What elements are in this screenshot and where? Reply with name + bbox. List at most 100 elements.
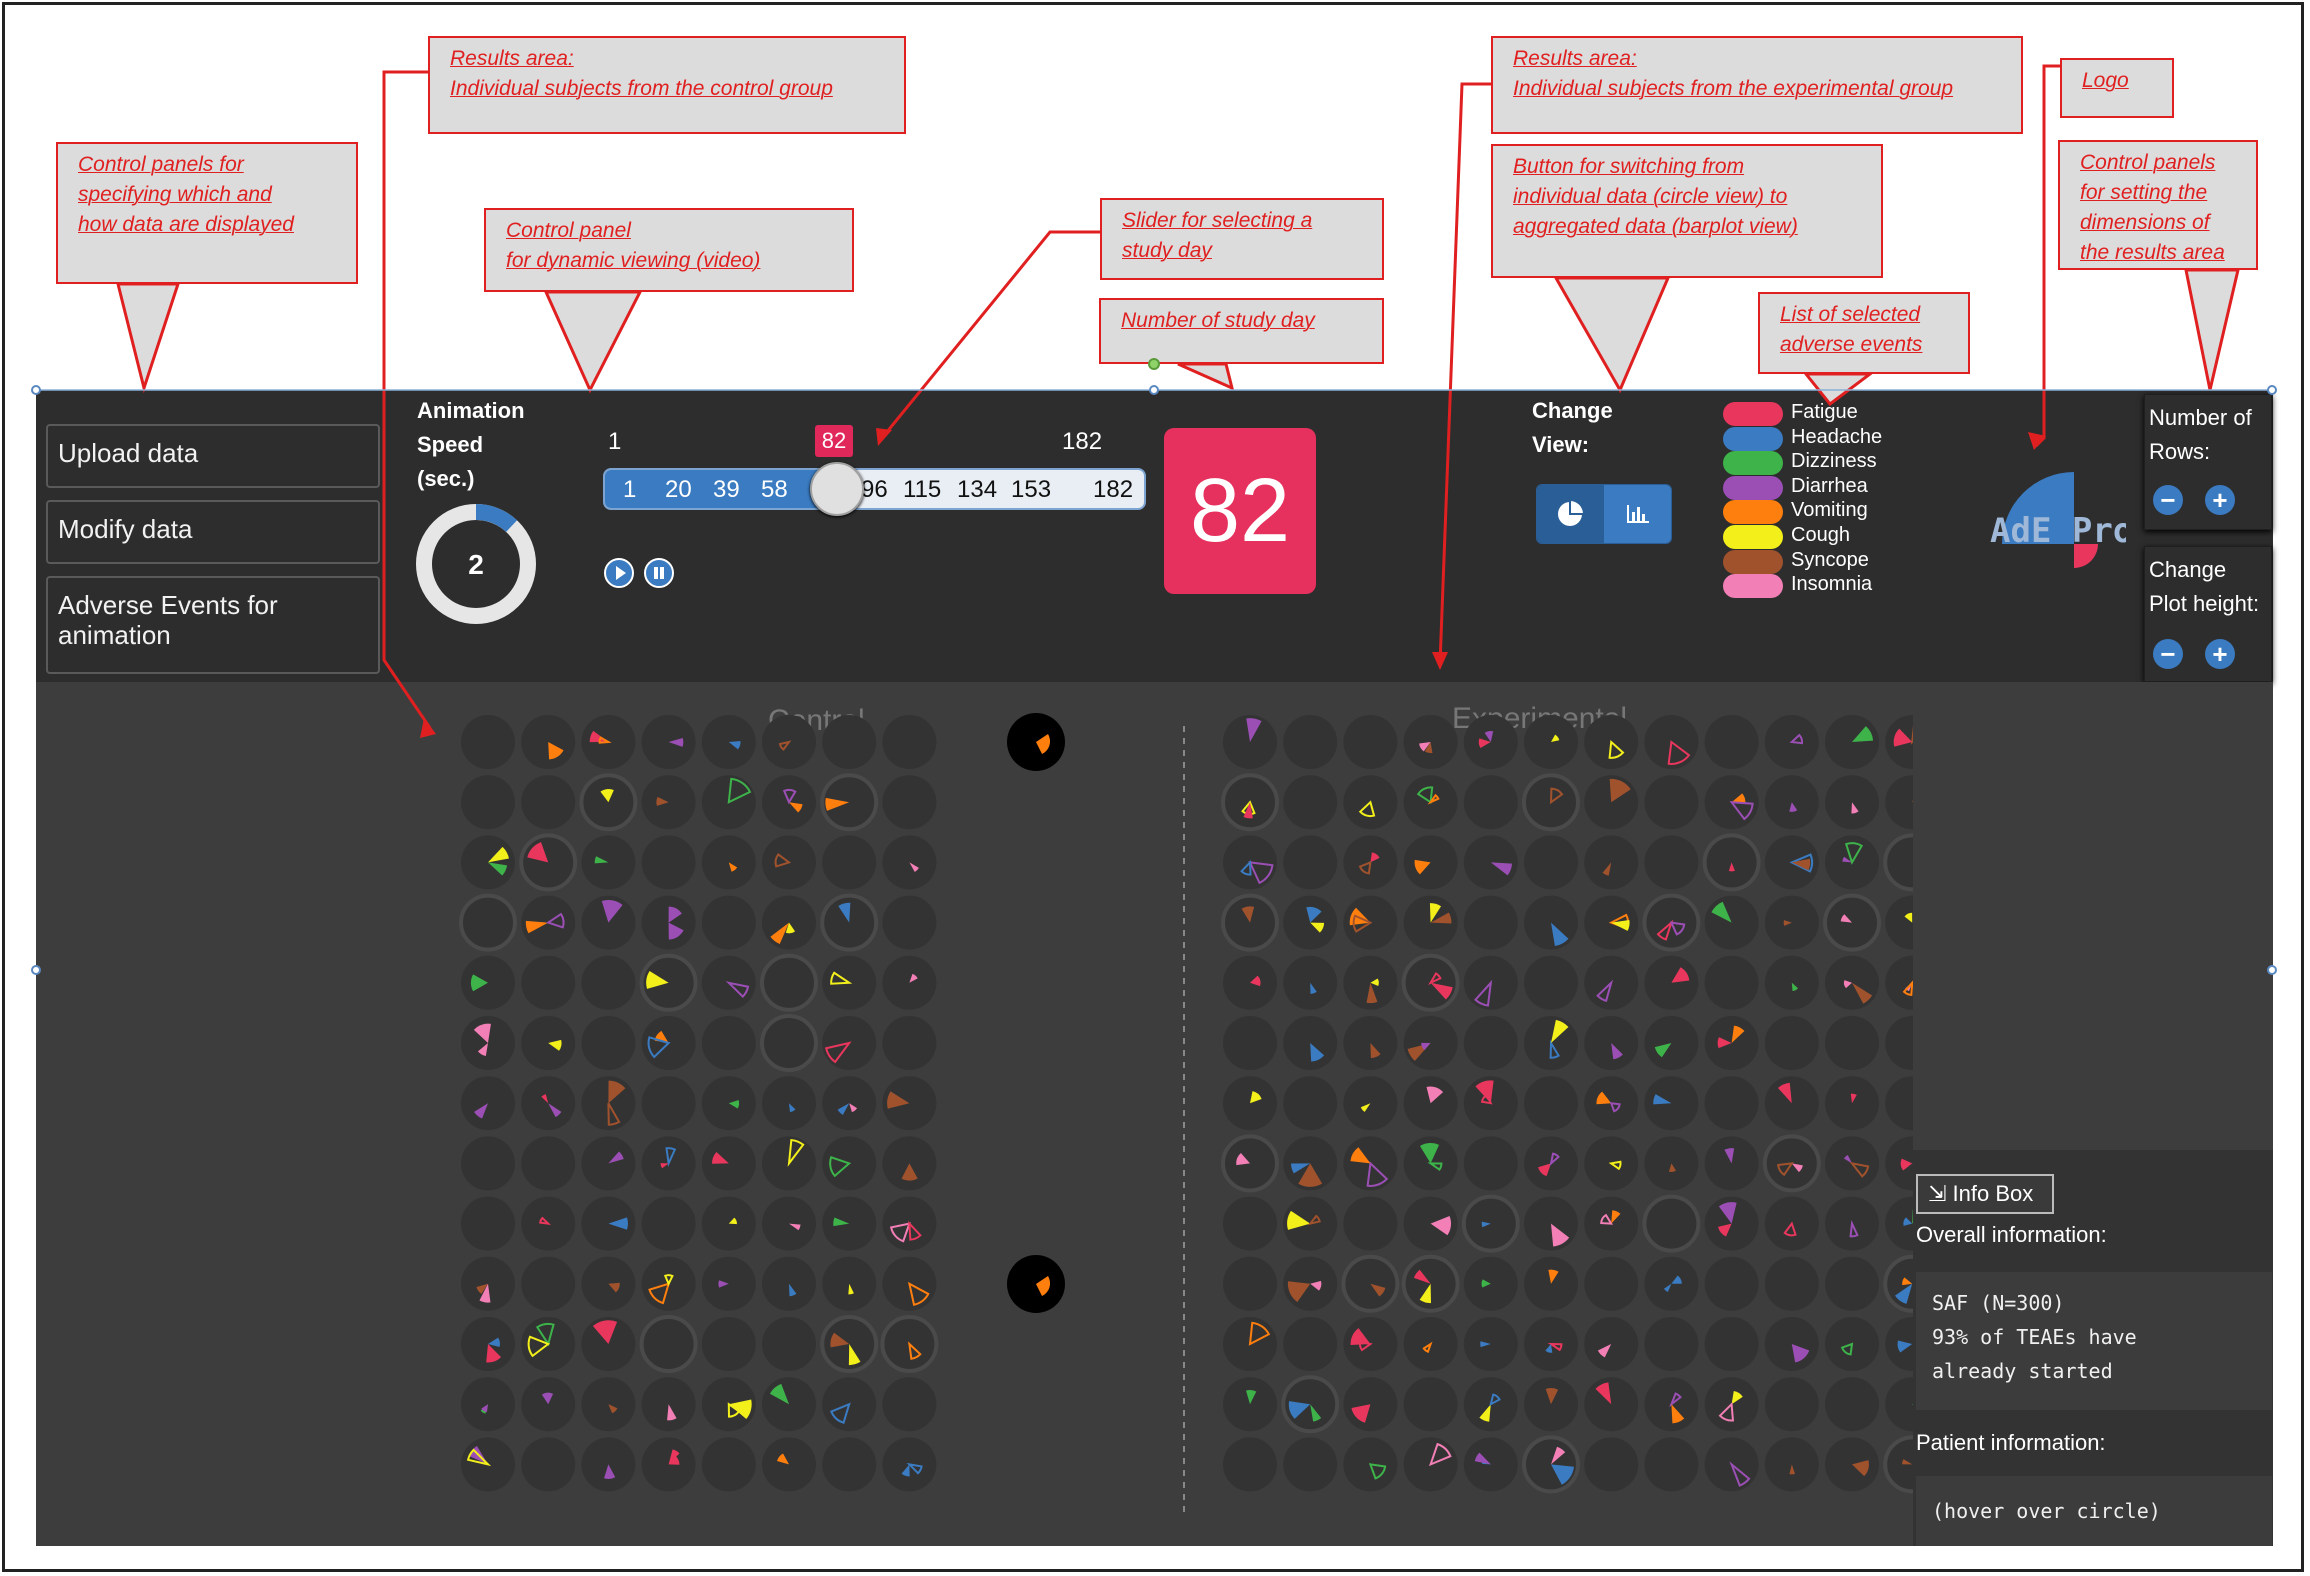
experimental-subject-circle[interactable] (1823, 893, 1881, 952)
experimental-subject-circle[interactable] (1825, 1437, 1879, 1492)
experimental-subject-circle[interactable] (1644, 1437, 1699, 1492)
experimental-subject-circle[interactable] (1283, 1317, 1338, 1371)
experimental-subject-circle[interactable] (1343, 775, 1398, 830)
control-subject-circle[interactable] (701, 835, 756, 890)
control-subject-circle[interactable] (701, 1016, 756, 1070)
control-subject-circle[interactable] (822, 1016, 877, 1070)
experimental-subject-circle[interactable] (1764, 1256, 1819, 1311)
pause-button[interactable] (644, 558, 674, 588)
experimental-subject-circle[interactable] (1343, 835, 1398, 890)
control-subject-circle[interactable] (822, 1136, 877, 1191)
control-subject-circle[interactable] (461, 1196, 515, 1251)
experimental-subject-circle[interactable] (1221, 1134, 1279, 1193)
experimental-subject-circle[interactable] (1885, 1016, 1913, 1070)
experimental-subject-circle[interactable] (1704, 1016, 1759, 1070)
control-subject-circle[interactable] (521, 1256, 576, 1311)
experimental-subject-circle[interactable] (1403, 1076, 1458, 1131)
control-subject-circle[interactable] (762, 775, 816, 830)
control-subject-circle[interactable] (701, 1196, 756, 1251)
control-subject-circle[interactable] (760, 1014, 818, 1072)
control-subject-circle[interactable] (461, 955, 515, 1010)
control-subject-circle[interactable] (822, 1256, 877, 1311)
experimental-subject-circle[interactable] (1825, 775, 1879, 830)
control-subject-circle[interactable] (641, 1196, 696, 1251)
experimental-subject-circle[interactable] (1343, 1076, 1398, 1131)
experimental-subject-circle[interactable] (1642, 1194, 1701, 1253)
experimental-subject-circle[interactable] (1403, 1377, 1458, 1432)
experimental-subject-circle[interactable] (1825, 1076, 1879, 1131)
experimental-subject-circle[interactable] (1704, 955, 1759, 1010)
control-subject-circle[interactable] (822, 955, 877, 1010)
experimental-subject-circle[interactable] (1825, 1196, 1879, 1251)
experimental-subject-circle[interactable] (1584, 955, 1639, 1010)
experimental-subject-circle[interactable] (1343, 1377, 1398, 1432)
control-subject-circle[interactable] (762, 835, 816, 890)
experimental-subject-circle[interactable] (1704, 1076, 1759, 1131)
experimental-subject-circle[interactable] (1343, 1136, 1398, 1191)
control-subject-circle[interactable] (521, 1196, 576, 1251)
control-subject-circle[interactable] (579, 773, 638, 832)
control-subject-circle[interactable] (882, 1076, 937, 1131)
control-subject-circle[interactable] (521, 955, 576, 1010)
control-subject-circle[interactable] (701, 895, 756, 950)
experimental-subject-circle[interactable] (1463, 1016, 1518, 1070)
experimental-subject-circle[interactable] (1343, 955, 1398, 1010)
control-subject-circle[interactable] (762, 1437, 816, 1492)
experimental-subject-circle[interactable] (1642, 893, 1701, 952)
experimental-subject-circle[interactable] (1463, 1256, 1518, 1311)
study-day-slider[interactable]: 1 20 39 58 96 115 134 153 182 (603, 468, 1146, 510)
control-subject-circle[interactable] (641, 1076, 696, 1131)
experimental-subject-circle[interactable] (1885, 1196, 1913, 1251)
experimental-subject-circle[interactable] (1283, 955, 1338, 1010)
height-increase-button[interactable]: + (2205, 639, 2235, 669)
experimental-subject-circle[interactable] (1644, 1136, 1699, 1191)
experimental-subject-circle[interactable] (1764, 835, 1819, 890)
experimental-subject-circle[interactable] (1584, 835, 1639, 890)
experimental-subject-circle[interactable] (1825, 1016, 1879, 1070)
experimental-subject-circle[interactable] (1885, 775, 1913, 830)
control-subject-circle[interactable] (461, 1377, 515, 1432)
experimental-subject-circle[interactable] (1343, 895, 1398, 950)
experimental-subject-circle[interactable] (1584, 1016, 1639, 1070)
control-subject-circle[interactable] (581, 715, 636, 769)
experimental-subject-circle[interactable] (1403, 1437, 1458, 1492)
control-subject-circle[interactable] (521, 1016, 576, 1070)
experimental-subject-circle[interactable] (1764, 1377, 1819, 1432)
experimental-subject-circle[interactable] (1403, 1136, 1458, 1191)
control-subject-circle[interactable] (762, 1196, 816, 1251)
experimental-subject-circle[interactable] (1463, 1317, 1518, 1371)
experimental-subject-circle[interactable] (1283, 1136, 1338, 1191)
experimental-subject-circle[interactable] (1704, 1377, 1759, 1432)
experimental-subject-circle[interactable] (1283, 1076, 1338, 1131)
experimental-subject-circle[interactable] (1283, 895, 1338, 950)
barplot-view-button[interactable] (1604, 485, 1671, 543)
control-subject-circle[interactable] (882, 955, 937, 1010)
experimental-subject-circle[interactable] (1885, 1377, 1913, 1432)
experimental-subject-circle[interactable] (1764, 1437, 1819, 1492)
experimental-subject-circle[interactable] (1764, 1317, 1819, 1371)
experimental-subject-circle[interactable] (1825, 1317, 1879, 1371)
control-subject-circle[interactable] (701, 1256, 756, 1311)
control-subject-circle[interactable] (581, 895, 636, 950)
experimental-subject-circle[interactable] (1403, 1196, 1458, 1251)
control-subject-circle[interactable] (581, 1256, 636, 1311)
experimental-subject-circle[interactable] (1223, 1377, 1277, 1432)
experimental-subject-circle[interactable] (1704, 1136, 1759, 1191)
experimental-subject-circle[interactable] (1524, 1377, 1578, 1432)
control-subject-circle[interactable] (521, 715, 576, 769)
control-subject-circle[interactable] (820, 1315, 879, 1373)
experimental-subject-circle[interactable] (1644, 1317, 1699, 1371)
experimental-subject-circle[interactable] (1704, 775, 1759, 830)
experimental-subject-circle[interactable] (1885, 895, 1913, 950)
experimental-subject-circle[interactable] (1584, 1256, 1639, 1311)
experimental-subject-circle[interactable] (1704, 715, 1759, 769)
upload-data-button[interactable]: Upload data (46, 424, 380, 488)
control-subject-circle[interactable] (762, 1377, 816, 1432)
control-subject-circle[interactable] (762, 895, 816, 950)
control-subject-circle[interactable] (701, 1317, 756, 1371)
control-subject-circle[interactable] (701, 1136, 756, 1191)
experimental-subject-circle[interactable] (1463, 1437, 1518, 1492)
experimental-subject-circle[interactable] (1764, 1076, 1819, 1131)
experimental-subject-circle[interactable] (1704, 1196, 1759, 1251)
adverse-events-animation-button[interactable]: Adverse Events for animation (46, 576, 380, 674)
